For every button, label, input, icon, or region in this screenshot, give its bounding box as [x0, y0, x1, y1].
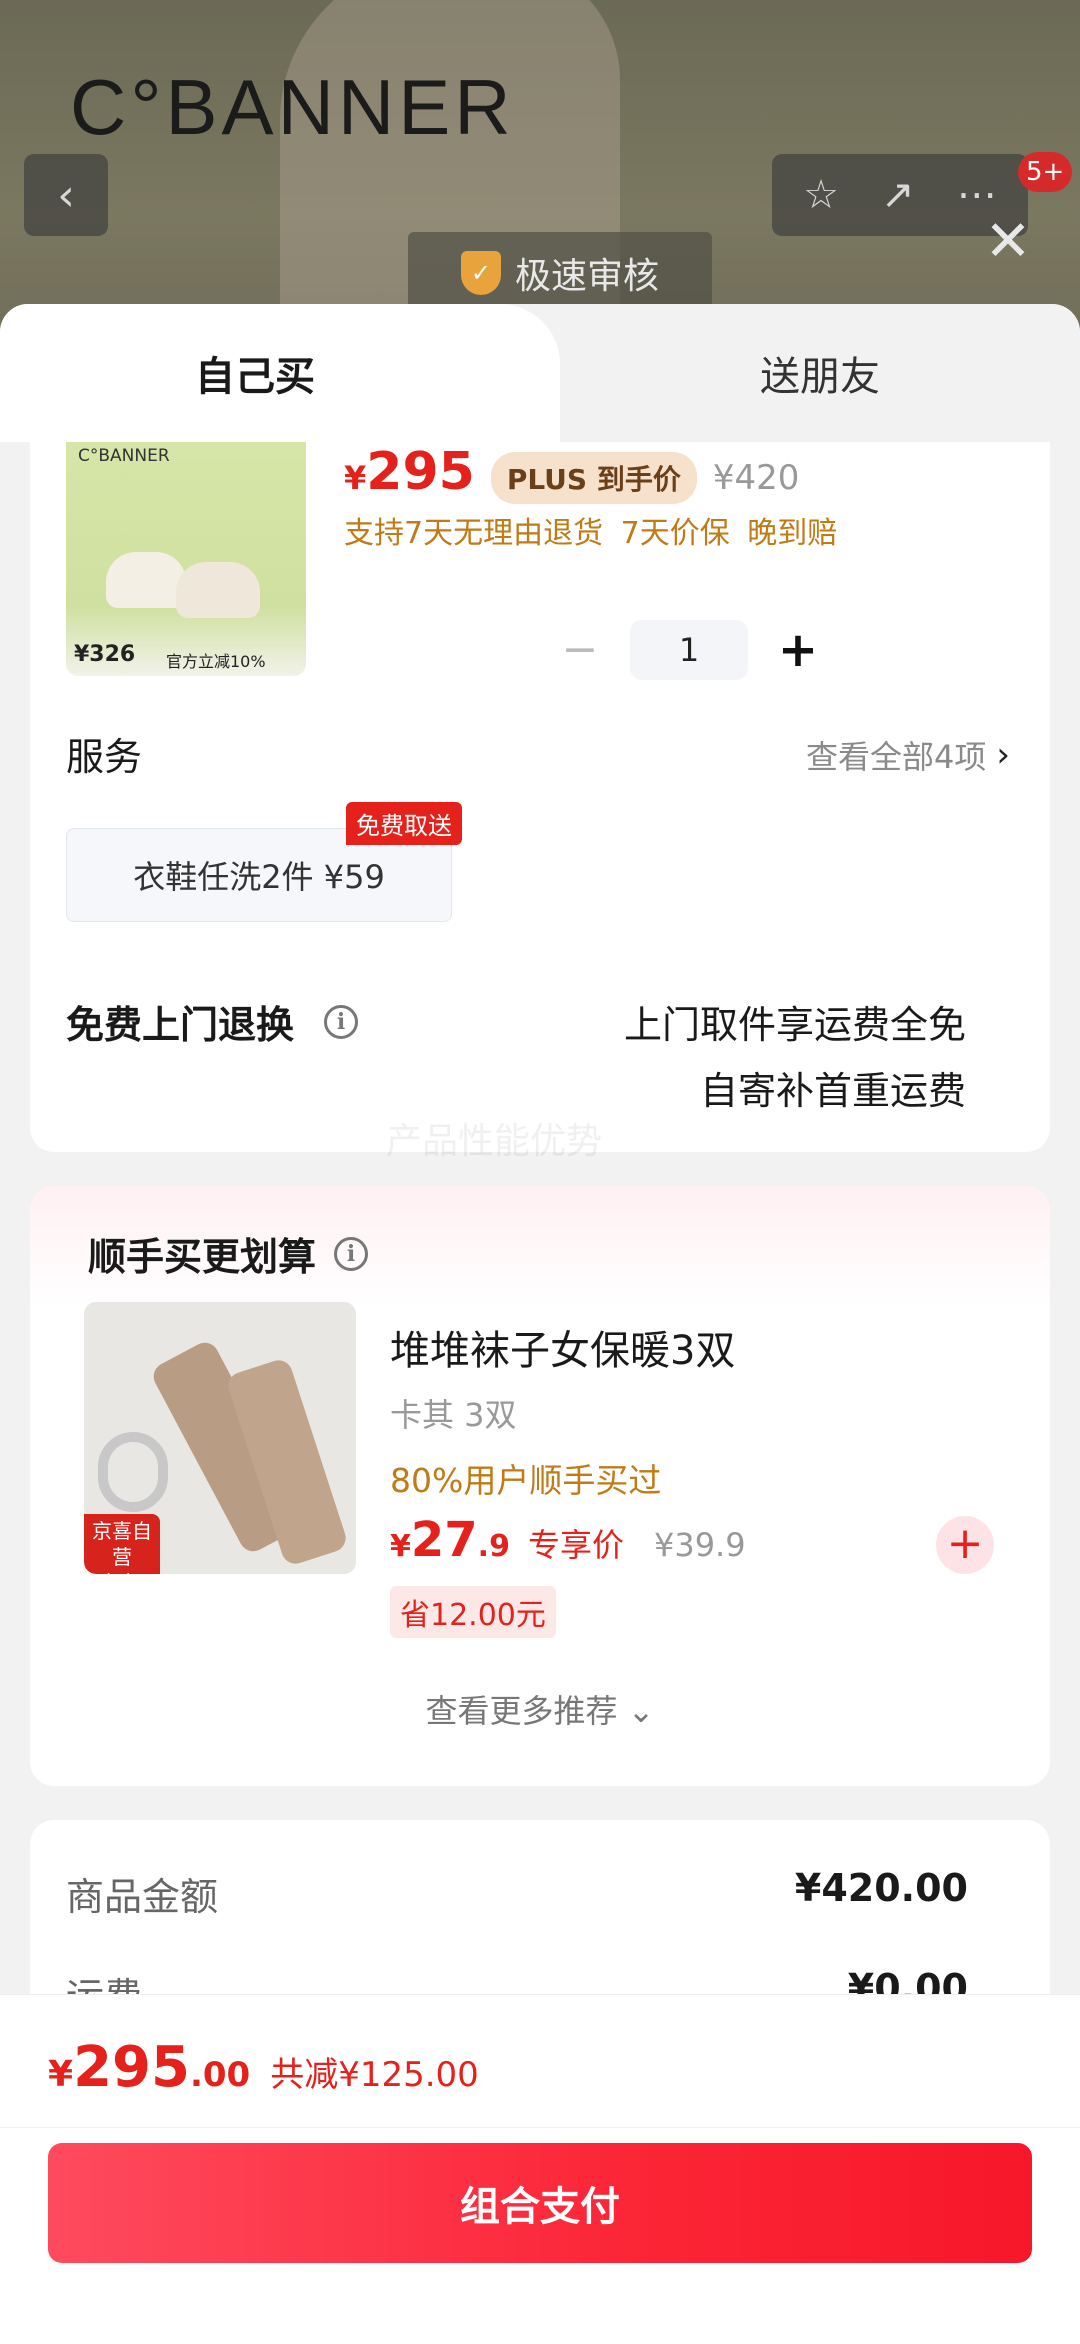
divider: [0, 2127, 1080, 2128]
view-more-recommendations-link[interactable]: 查看更多推荐 ⌄: [30, 1686, 1050, 1732]
tab-buy-for-self[interactable]: 自己买: [0, 304, 560, 442]
back-icon: ‹: [57, 169, 75, 221]
exclusive-price-label: 专享价: [527, 1526, 624, 1564]
summary-value: ¥420.00: [794, 1866, 968, 1910]
tab-send-to-friend[interactable]: 送朋友: [560, 304, 1080, 442]
recommendation-card: 顺手买更划算 i 京喜自营 包邮 堆堆袜子女保暖3双 卡其 3双 80%用户顺手…: [30, 1186, 1050, 1786]
fast-audit-banner: ✓ 极速审核: [408, 232, 712, 314]
product-price: ¥295: [344, 442, 475, 502]
total-currency: ¥: [48, 2054, 74, 2095]
total-price: ¥ 295 .00 共减¥125.00: [48, 2035, 479, 2100]
recommended-original-price: ¥39.9: [653, 1526, 746, 1564]
quantity-field[interactable]: 1: [630, 620, 748, 680]
quantity-stepper: − 1 +: [550, 620, 828, 680]
free-return-title: 免费上门退换 i: [66, 994, 359, 1049]
total-integer: 295: [73, 2035, 190, 2100]
original-price: ¥420: [712, 458, 800, 498]
savings-badge: 省12.00元: [390, 1586, 556, 1638]
close-icon[interactable]: ✕: [978, 212, 1038, 272]
summary-label: 商品金额: [66, 1875, 219, 1919]
headphones-graphic: [98, 1432, 168, 1512]
thumbnail-shoe-right: [176, 562, 260, 618]
service-title: 服务: [66, 735, 143, 779]
summary-row-goods: 商品金额 ¥420.00: [66, 1866, 968, 1921]
price-row: ¥295 PLUS 到手价 ¥420: [344, 442, 799, 504]
chevron-right-icon: ›: [996, 735, 1010, 775]
purchase-tabs: 自己买 送朋友: [0, 304, 1080, 442]
back-button[interactable]: ‹: [24, 154, 108, 236]
thumbnail-price: ¥326: [74, 642, 136, 667]
recommended-price: ¥27.9: [390, 1512, 510, 1568]
decrease-button[interactable]: −: [550, 620, 610, 680]
product-card: C°BANNER ¥326 官方立减10% ¥295 PLUS 到手价 ¥420…: [30, 442, 1050, 1162]
payment-bar: ¥ 295 .00 共减¥125.00 组合支付: [0, 1994, 1080, 2344]
view-all-services-label: 查看全部4项: [806, 738, 987, 776]
combined-pay-button[interactable]: 组合支付: [48, 2143, 1032, 2263]
guarantee-text: 支持7天无理由退货 7天价保 晚到赔: [344, 516, 838, 551]
watermark-text: 产品性能优势: [386, 1121, 603, 1162]
fast-audit-label: 极速审核: [514, 256, 659, 297]
product-thumbnail[interactable]: C°BANNER ¥326 官方立减10%: [66, 442, 306, 676]
return-description-line1: 上门取件享运费全免: [623, 1003, 966, 1047]
favorite-icon[interactable]: ☆: [803, 172, 839, 218]
recommendation-title-label: 顺手买更划算: [88, 1235, 317, 1279]
recommended-bought-rate: 80%用户顺手买过: [390, 1461, 662, 1500]
return-description-line2: 自寄补首重运费: [699, 1069, 966, 1113]
recommended-price-row: ¥27.9 专享价 ¥39.9: [390, 1512, 746, 1568]
plus-price-tag: PLUS 到手价: [490, 452, 697, 504]
thumbnail-brand: C°BANNER: [78, 446, 170, 466]
self-operated-tag: 京喜自营 包邮: [84, 1514, 160, 1574]
recommended-product-image[interactable]: 京喜自营 包邮: [84, 1302, 356, 1574]
view-all-services-link[interactable]: 查看全部4项 ›: [806, 732, 1010, 778]
free-return-label: 免费上门退换: [66, 1003, 295, 1047]
add-recommended-button[interactable]: +: [936, 1516, 994, 1574]
increase-button[interactable]: +: [768, 620, 828, 680]
recommended-product-spec: 卡其 3双: [390, 1396, 517, 1434]
thumbnail-discount: 官方立减10%: [166, 652, 266, 671]
brand-logo: C°BANNER: [70, 63, 515, 151]
recommendation-title: 顺手买更划算 i: [88, 1226, 369, 1281]
total-decimal: .00: [189, 2055, 251, 2095]
notification-badge: 5+: [1018, 152, 1073, 192]
thumbnail-shoe-left: [106, 552, 186, 608]
shield-icon: ✓: [460, 251, 501, 295]
info-icon[interactable]: i: [334, 1236, 369, 1271]
recommended-product-name[interactable]: 堆堆袜子女保暖3双: [390, 1318, 735, 1376]
info-icon[interactable]: i: [324, 1004, 359, 1039]
share-icon[interactable]: ↗: [881, 172, 915, 218]
free-pickup-badge: 免费取送: [346, 802, 462, 845]
total-discount: 共减¥125.00: [270, 2055, 479, 2095]
